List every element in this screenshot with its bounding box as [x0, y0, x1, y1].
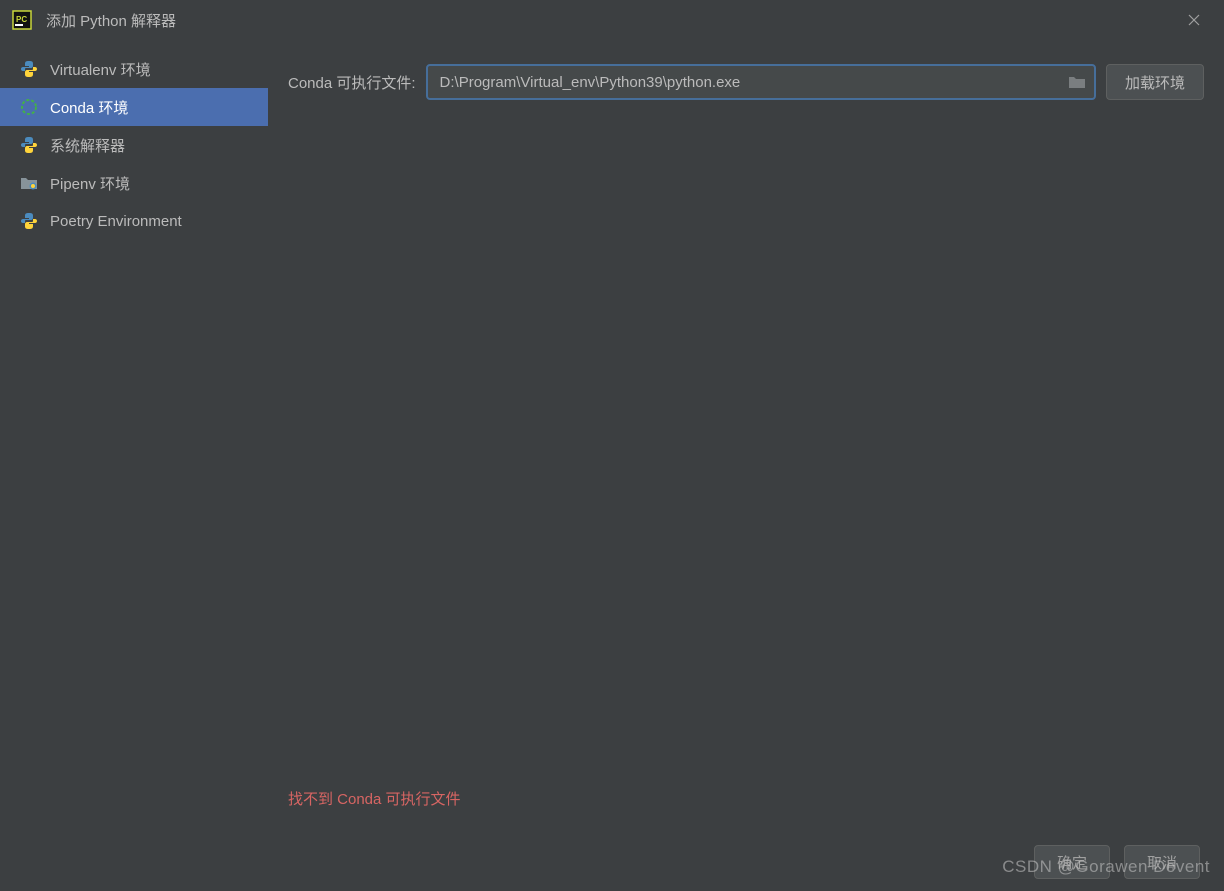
conda-exec-row: Conda 可执行文件: 加载环境	[288, 64, 1204, 100]
browse-folder-icon[interactable]	[1068, 74, 1086, 90]
sidebar: Virtualenv 环境 Conda 环境 系统解释器	[0, 40, 268, 891]
error-message: 找不到 Conda 可执行文件	[288, 788, 461, 809]
dialog-buttons: 确定 取消	[268, 835, 1224, 891]
folder-icon	[20, 174, 38, 192]
sidebar-item-label: 系统解释器	[50, 135, 125, 156]
sidebar-item-label: Virtualenv 环境	[50, 59, 151, 80]
sidebar-item-conda[interactable]: Conda 环境	[0, 88, 268, 126]
python-icon	[20, 60, 38, 78]
cancel-button[interactable]: 取消	[1124, 845, 1200, 879]
python-icon	[20, 136, 38, 154]
titlebar: PC 添加 Python 解释器	[0, 0, 1224, 40]
ok-button[interactable]: 确定	[1034, 845, 1110, 879]
python-icon	[20, 212, 38, 230]
sidebar-item-system[interactable]: 系统解释器	[0, 126, 268, 164]
svg-text:PC: PC	[16, 15, 27, 24]
sidebar-item-label: Pipenv 环境	[50, 173, 130, 194]
load-env-button[interactable]: 加载环境	[1106, 64, 1204, 100]
conda-exec-input[interactable]	[426, 64, 1096, 100]
close-button[interactable]	[1176, 2, 1212, 38]
app-icon: PC	[12, 10, 32, 30]
conda-icon	[20, 98, 38, 116]
sidebar-item-label: Poetry Environment	[50, 213, 182, 230]
dialog-title: 添加 Python 解释器	[46, 10, 1176, 31]
sidebar-item-pipenv[interactable]: Pipenv 环境	[0, 164, 268, 202]
sidebar-item-label: Conda 环境	[50, 97, 128, 118]
main-panel: Conda 可执行文件: 加载环境 找不到 Conda 可执行文件 确定 取消	[268, 40, 1224, 891]
conda-exec-label: Conda 可执行文件:	[288, 72, 416, 93]
sidebar-item-poetry[interactable]: Poetry Environment	[0, 202, 268, 240]
sidebar-item-virtualenv[interactable]: Virtualenv 环境	[0, 50, 268, 88]
